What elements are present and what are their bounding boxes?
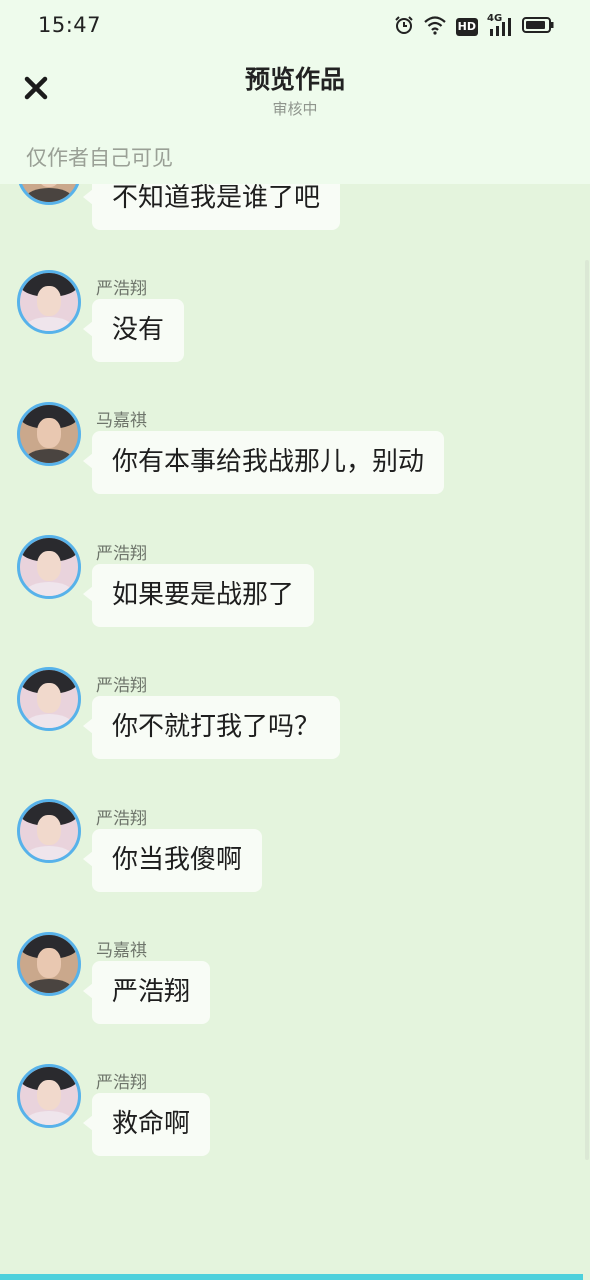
sender-name: 严浩翔 [96, 1073, 147, 1093]
sender-name: 马嘉祺 [96, 941, 147, 961]
message-bubble[interactable]: 你有本事给我战那儿，别动 [82, 431, 445, 494]
sender-name: 严浩翔 [96, 676, 147, 696]
avatar[interactable] [17, 270, 81, 334]
message-bubble[interactable]: 严浩翔 [82, 961, 211, 1024]
header: 15:47 HD 4G 预览作品 审核中 仅作者自己可见 [0, 0, 590, 184]
message-bubble[interactable]: 你不就打我了吗？ [82, 696, 341, 759]
status-icons: HD 4G [394, 13, 554, 39]
avatar[interactable] [17, 932, 81, 996]
alarm-icon [394, 15, 414, 39]
avatar[interactable] [17, 799, 81, 863]
status-time: 15:47 [38, 13, 102, 37]
chat-list[interactable]: 不知道我是谁了吧 严浩翔 没有 马嘉祺 你有本事给我战那儿，别动 严浩翔 如果要… [0, 0, 590, 1280]
sender-name: 马嘉祺 [96, 411, 147, 431]
avatar[interactable] [17, 402, 81, 466]
page-title: 预览作品 [244, 65, 345, 94]
message-bubble[interactable]: 你当我傻啊 [82, 829, 263, 892]
message-bubble[interactable]: 救命啊 [82, 1093, 211, 1156]
signal-icon: 4G [487, 13, 513, 37]
avatar[interactable] [17, 535, 81, 599]
message-bubble[interactable]: 没有 [82, 299, 185, 362]
scrollbar[interactable] [585, 260, 589, 1160]
visibility-note: 仅作者自己可见 [26, 146, 173, 170]
battery-icon [522, 16, 554, 38]
sender-name: 严浩翔 [96, 544, 147, 564]
sender-name: 严浩翔 [96, 279, 147, 299]
avatar[interactable] [17, 667, 81, 731]
wifi-icon [423, 15, 447, 39]
sender-name: 严浩翔 [96, 809, 147, 829]
review-status: 审核中 [272, 100, 318, 118]
message-bubble[interactable]: 如果要是战那了 [82, 564, 315, 627]
avatar[interactable] [17, 1064, 81, 1128]
hd-badge-icon: HD [455, 18, 478, 36]
status-bar: 15:47 HD 4G [0, 0, 590, 52]
